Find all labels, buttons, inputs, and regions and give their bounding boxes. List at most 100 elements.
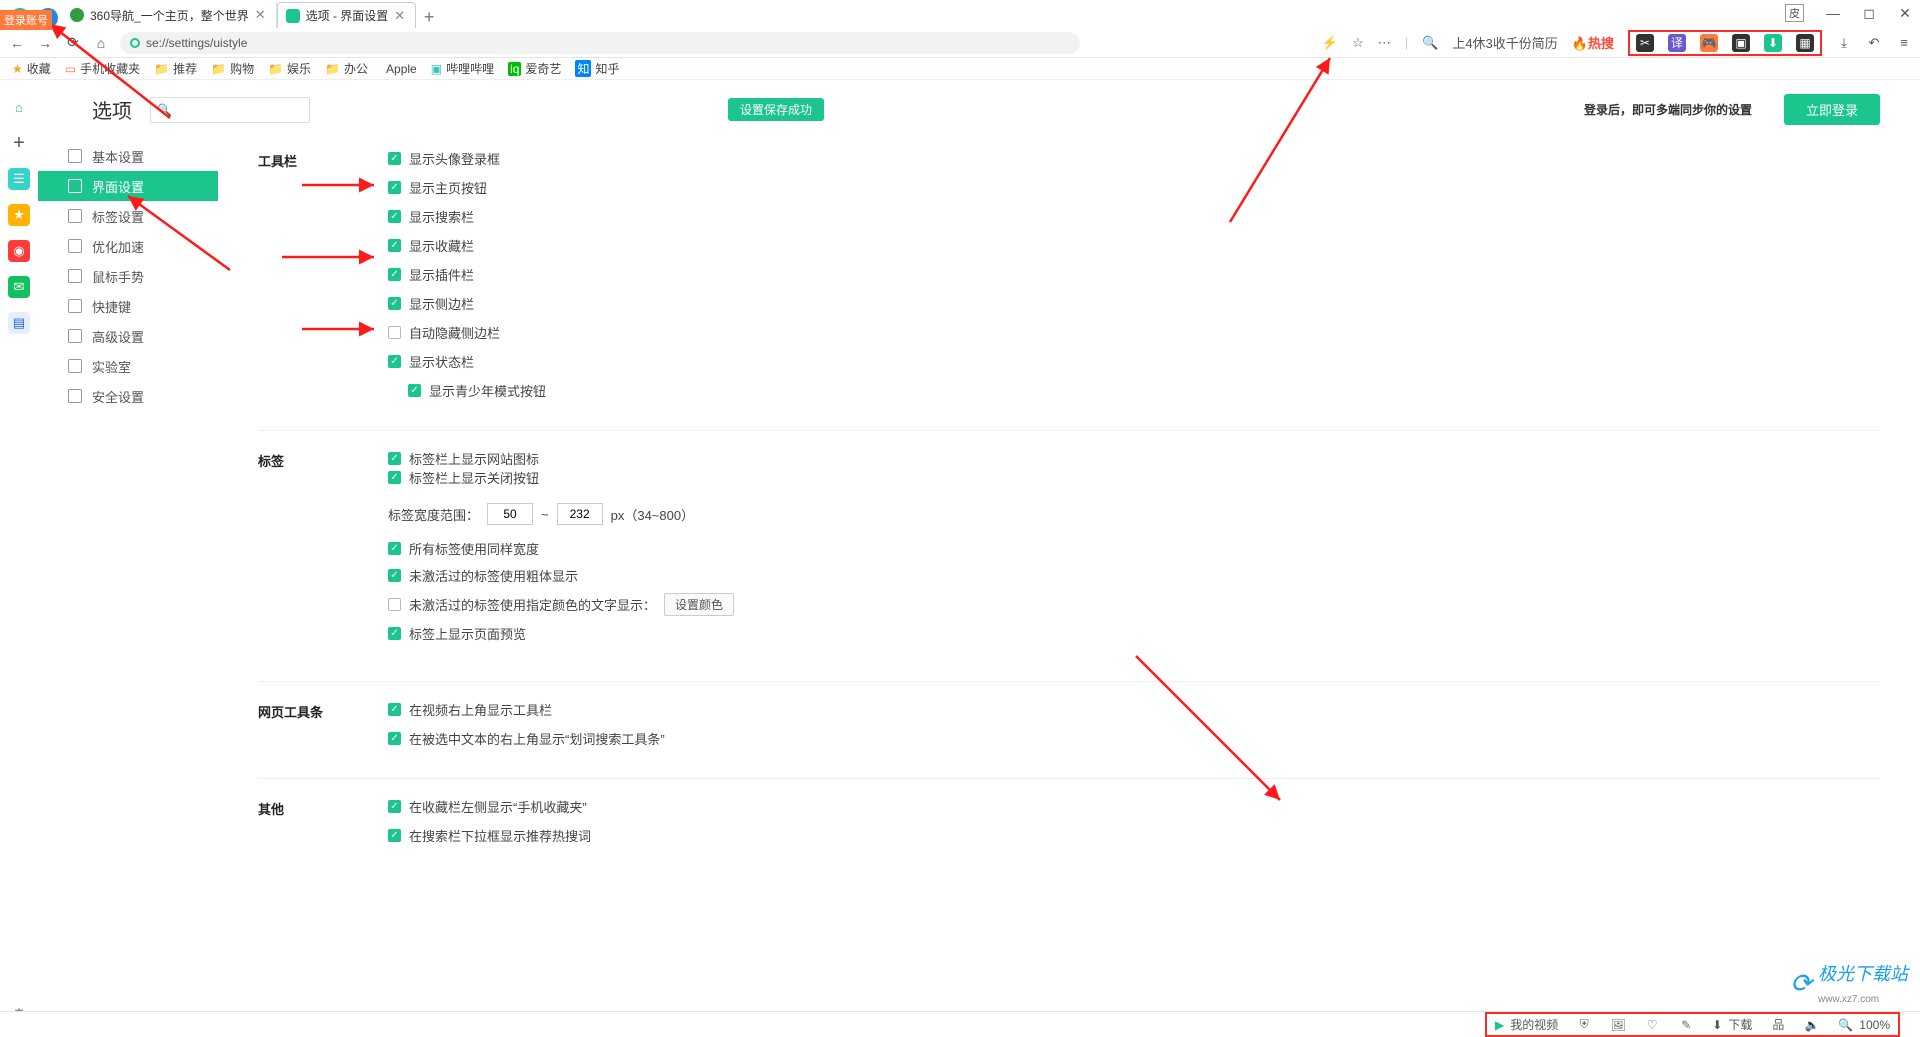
bookmark-zhihu[interactable]: 知知乎 [575,60,619,77]
nav-tabs[interactable]: 标签设置 [38,201,218,231]
bookmark-bilibili[interactable]: ▣哔哩哔哩 [431,60,494,77]
option-row[interactable]: ✓在搜索栏下拉框显示推荐热搜词 [388,826,591,845]
bookmark-folder[interactable]: 📁推荐 [154,60,197,77]
option-row[interactable]: ✓显示状态栏 [388,352,546,371]
bookmark-iqiyi[interactable]: iq爱奇艺 [508,60,561,77]
bookmark-apple[interactable]: Apple [382,62,417,76]
tab-add-button[interactable]: + [416,7,442,28]
set-color-button[interactable]: 设置颜色 [664,593,734,616]
status-heart-icon[interactable]: ♡ [1644,1017,1660,1033]
checkbox[interactable]: ✓ [388,239,401,252]
nav-forward-icon[interactable]: → [36,35,54,51]
tab-width-min-input[interactable] [487,503,533,525]
checkbox[interactable]: ✓ [388,627,401,640]
checkbox[interactable]: ✓ [388,542,401,555]
download-tray-icon[interactable]: ⤓ [1836,35,1852,51]
game-icon[interactable]: 🎮 [1700,34,1718,52]
checkbox[interactable]: ✓ [388,471,401,484]
nav-advanced[interactable]: 高级设置 [38,321,218,351]
translate-icon[interactable]: 译 [1668,34,1686,52]
option-row[interactable]: ✓标签栏上显示关闭按钮 [388,468,734,487]
tab-settings[interactable]: 选项 - 界面设置 ✕ [277,2,417,28]
more-icon[interactable]: ⋯ [1378,35,1391,51]
option-row[interactable]: ✓在收藏栏左侧显示“手机收藏夹” [388,797,591,816]
checkbox[interactable]: ✓ [388,181,401,194]
checkbox[interactable]: ✓ [408,384,421,397]
bookmark-folder[interactable]: 📁购物 [211,60,254,77]
dock-weibo-icon[interactable]: ◉ [8,240,30,262]
status-volume-icon[interactable]: 🔈 [1804,1017,1820,1033]
status-download[interactable]: ⬇ 下载 [1712,1016,1752,1033]
undo-icon[interactable]: ↶ [1866,35,1882,51]
checkbox[interactable]: ✓ [388,829,401,842]
settings-search-input[interactable]: 🔍 [150,97,310,123]
tab-close-icon[interactable]: ✕ [394,8,405,24]
login-account-badge[interactable]: 登录账号 [0,10,52,30]
video-icon[interactable]: ▣ [1732,34,1750,52]
download-icon[interactable]: ⬇ [1764,34,1782,52]
option-row[interactable]: ✓显示青少年模式按钮 [408,381,546,400]
bookmark-folder[interactable]: 📁娱乐 [268,60,311,77]
bookmark-fav[interactable]: ★收藏 [12,60,51,77]
checkbox[interactable]: ✓ [388,569,401,582]
url-field[interactable]: se://settings/uistyle [120,32,1080,54]
option-row[interactable]: ✓显示收藏栏 [388,236,546,255]
status-myvideo[interactable]: ▶我的视频 [1495,1016,1558,1033]
dock-home-icon[interactable]: ⌂ [8,96,30,118]
option-row[interactable]: ✓在视频右上角显示工具栏 [388,700,665,719]
nav-reload-icon[interactable]: ⟳ [64,34,82,51]
option-row[interactable]: ✓标签栏上显示网站图标 [388,449,734,468]
star-icon[interactable]: ☆ [1352,35,1364,51]
tab-360nav[interactable]: 360导航_一个主页，整个世界 ✕ [62,2,277,28]
nav-shortcut[interactable]: 快捷键 [38,291,218,321]
option-row[interactable]: ✓显示侧边栏 [388,294,546,313]
nav-home-icon[interactable]: ⌂ [92,35,110,51]
tab-width-max-input[interactable] [557,503,603,525]
option-row[interactable]: ✓显示头像登录框 [388,149,546,168]
menu-icon[interactable]: ≡ [1896,35,1912,50]
search-icon[interactable]: 🔍 [1422,35,1438,51]
option-row[interactable]: ✓显示搜索栏 [388,207,546,226]
grid-icon[interactable]: ▦ [1796,34,1814,52]
option-row[interactable]: 未激活过的标签使用指定颜色的文字显示：设置颜色 [388,593,734,616]
dock-mail-icon[interactable]: ✉ [8,276,30,298]
dock-doc-icon[interactable]: ▤ [8,312,30,334]
nav-back-icon[interactable]: ← [8,35,26,51]
checkbox[interactable] [388,326,401,339]
dock-add-icon[interactable]: + [8,132,30,154]
nav-security[interactable]: 安全设置 [38,381,218,411]
nav-ui[interactable]: 界面设置 [38,171,218,201]
status-net-icon[interactable]: 品 [1770,1017,1786,1033]
option-row[interactable]: ✓所有标签使用同样宽度 [388,539,734,558]
option-row[interactable]: ✓显示插件栏 [388,265,546,284]
checkbox[interactable]: ✓ [388,268,401,281]
status-picture-icon[interactable]: 🖼 [1610,1017,1626,1033]
search-hint[interactable]: 上4休3收千份简历 [1452,33,1557,52]
option-row[interactable]: ✓标签上显示页面预览 [388,624,734,643]
dock-star-icon[interactable]: ★ [8,204,30,226]
login-now-button[interactable]: 立即登录 [1784,94,1880,125]
checkbox[interactable] [388,598,401,611]
nav-optimize[interactable]: 优化加速 [38,231,218,261]
checkbox[interactable]: ✓ [388,732,401,745]
scissors-icon[interactable]: ✂ [1636,34,1654,52]
bookmark-folder[interactable]: 📁办公 [325,60,368,77]
checkbox[interactable]: ✓ [388,800,401,813]
checkbox[interactable]: ✓ [388,152,401,165]
checkbox[interactable]: ✓ [388,703,401,716]
nav-basic[interactable]: 基本设置 [38,141,218,171]
tab-close-icon[interactable]: ✕ [255,7,266,23]
option-row[interactable]: ✓显示主页按钮 [388,178,546,197]
nav-lab[interactable]: 实验室 [38,351,218,381]
checkbox[interactable]: ✓ [388,355,401,368]
flash-icon[interactable]: ⚡ [1322,35,1338,51]
checkbox[interactable]: ✓ [388,297,401,310]
checkbox[interactable]: ✓ [388,210,401,223]
checkbox[interactable]: ✓ [388,452,401,465]
option-row[interactable]: ✓未激活过的标签使用粗体显示 [388,566,734,585]
dock-app1-icon[interactable]: ☰ [8,168,30,190]
status-zoom[interactable]: 🔍 100% [1838,1018,1890,1032]
nav-gesture[interactable]: 鼠标手势 [38,261,218,291]
status-brush-icon[interactable]: ✎ [1678,1017,1694,1033]
option-row[interactable]: 自动隐藏侧边栏 [388,323,546,342]
